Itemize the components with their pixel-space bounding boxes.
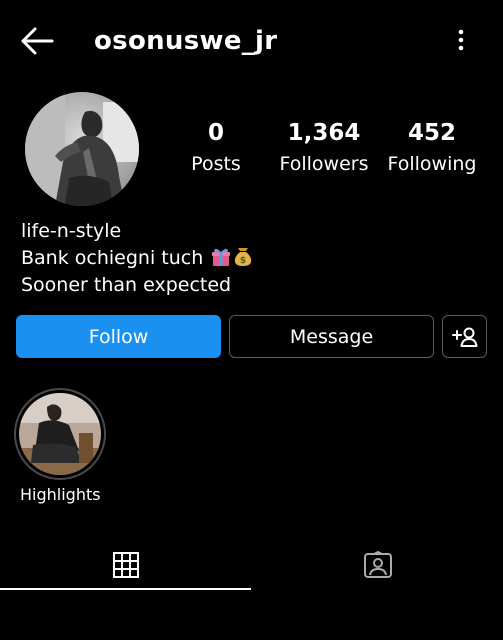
- active-tab-indicator: [0, 588, 251, 590]
- profile-username: osonuswe_jr: [94, 26, 278, 56]
- posts-label: Posts: [191, 153, 241, 175]
- message-button-label: Message: [289, 325, 374, 348]
- posts-count: 0: [207, 120, 224, 146]
- tagged-person-icon: [363, 551, 392, 578]
- top-bar: osonuswe_jr: [0, 0, 503, 80]
- highlight-item[interactable]: [14, 388, 106, 480]
- posts-stat: 0 Posts: [185, 118, 247, 177]
- following-count: 452: [407, 120, 456, 146]
- tab-posts-grid[interactable]: [0, 540, 251, 590]
- bio-line-2-text: Bank ochiegni tuch: [21, 247, 204, 269]
- followers-count: 1,364: [287, 120, 361, 146]
- tab-tagged[interactable]: [252, 540, 503, 590]
- grid-icon: [112, 552, 139, 578]
- highlight-photo: [19, 393, 101, 475]
- bio-line-1: life-n-style: [21, 220, 122, 242]
- arrow-left-icon[interactable]: [20, 26, 54, 56]
- bio-line-3: Sooner than expected: [21, 274, 232, 296]
- following-label: Following: [387, 153, 477, 175]
- bio-line-2: Bank ochiegni tuch $: [21, 245, 253, 272]
- follow-button[interactable]: Follow: [16, 315, 221, 358]
- add-person-icon: [451, 327, 477, 347]
- suggest-users-button[interactable]: [442, 315, 487, 358]
- highlight-cover: [19, 393, 101, 475]
- message-button[interactable]: Message: [229, 315, 434, 358]
- follow-button-label: Follow: [88, 325, 149, 348]
- followers-stat[interactable]: 1,364 Followers: [278, 118, 370, 177]
- gift-icon: [212, 248, 231, 266]
- followers-label: Followers: [279, 153, 369, 175]
- avatar-photo: [25, 92, 139, 206]
- profile-avatar[interactable]: [25, 92, 139, 206]
- money-bag-icon: $: [235, 248, 252, 266]
- following-stat[interactable]: 452 Following: [386, 118, 478, 177]
- highlight-label: Highlights: [20, 485, 101, 504]
- profile-bio: life-n-style Bank ochiegni tuch $ Sooner…: [21, 218, 253, 299]
- more-options-icon[interactable]: [449, 28, 473, 52]
- svg-text:$: $: [240, 256, 246, 266]
